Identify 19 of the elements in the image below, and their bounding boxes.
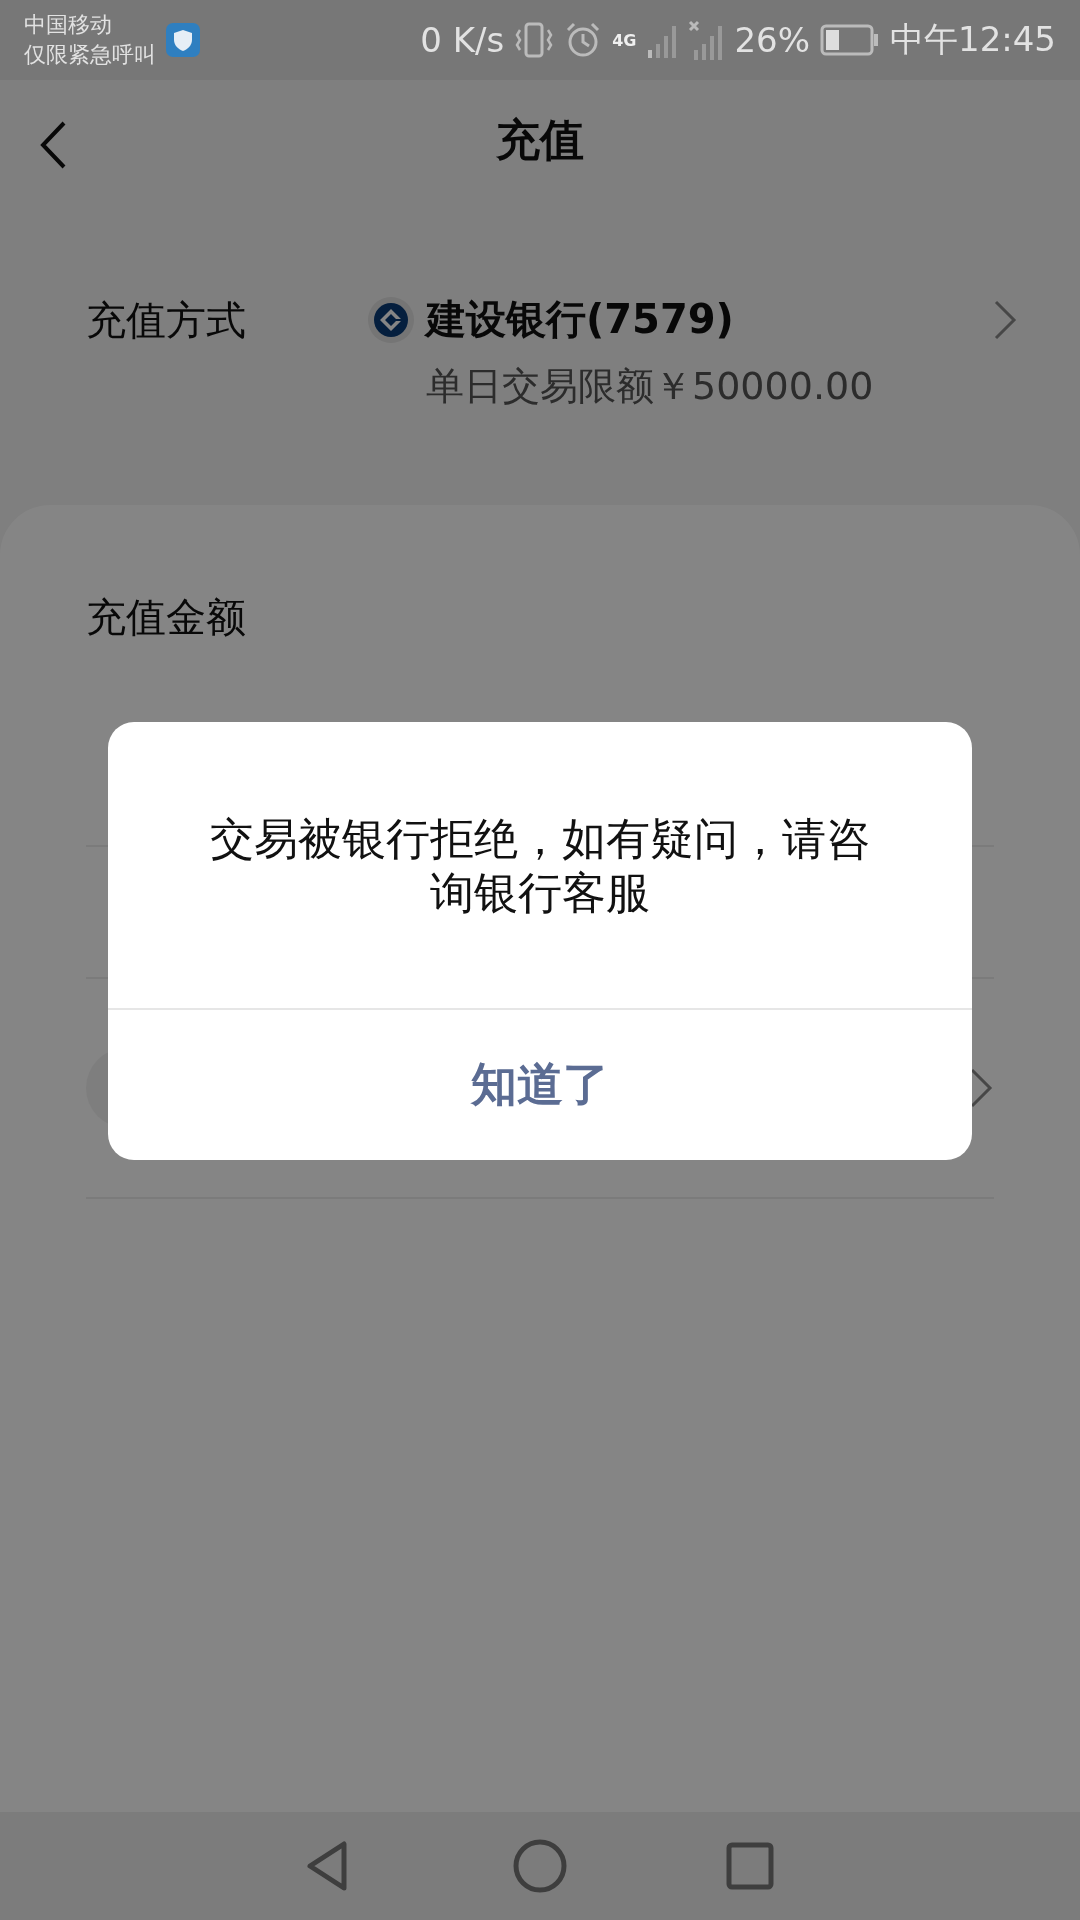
limit-text: 单日交易限额￥50000.00 (425, 363, 875, 410)
battery-percent: 26% (734, 20, 810, 60)
bank-name[interactable]: 建设银行(7579) (426, 292, 980, 347)
method-label: 充值方式 (86, 296, 247, 345)
shield-icon (166, 23, 200, 57)
bank-logo-icon (368, 296, 414, 343)
amount-label: 充值金额 (86, 593, 247, 642)
carrier-name: 中国移动 (24, 11, 113, 39)
back-icon[interactable] (38, 120, 68, 170)
vibrate-icon (514, 20, 555, 60)
confirm-button[interactable]: 知道了 (108, 1008, 972, 1160)
network-type: 4G (612, 30, 637, 50)
page-title: 充值 (496, 112, 584, 167)
network-speed: 0 K/s (420, 20, 505, 60)
battery-icon (820, 24, 880, 56)
dialog-message: 交易被银行拒绝，如有疑问，请咨询银行客服 (209, 812, 871, 920)
no-signal-icon (688, 20, 725, 60)
carrier-note: 仅限紧急呼叫 (24, 41, 156, 69)
clock: 中午12:45 (890, 18, 1056, 61)
